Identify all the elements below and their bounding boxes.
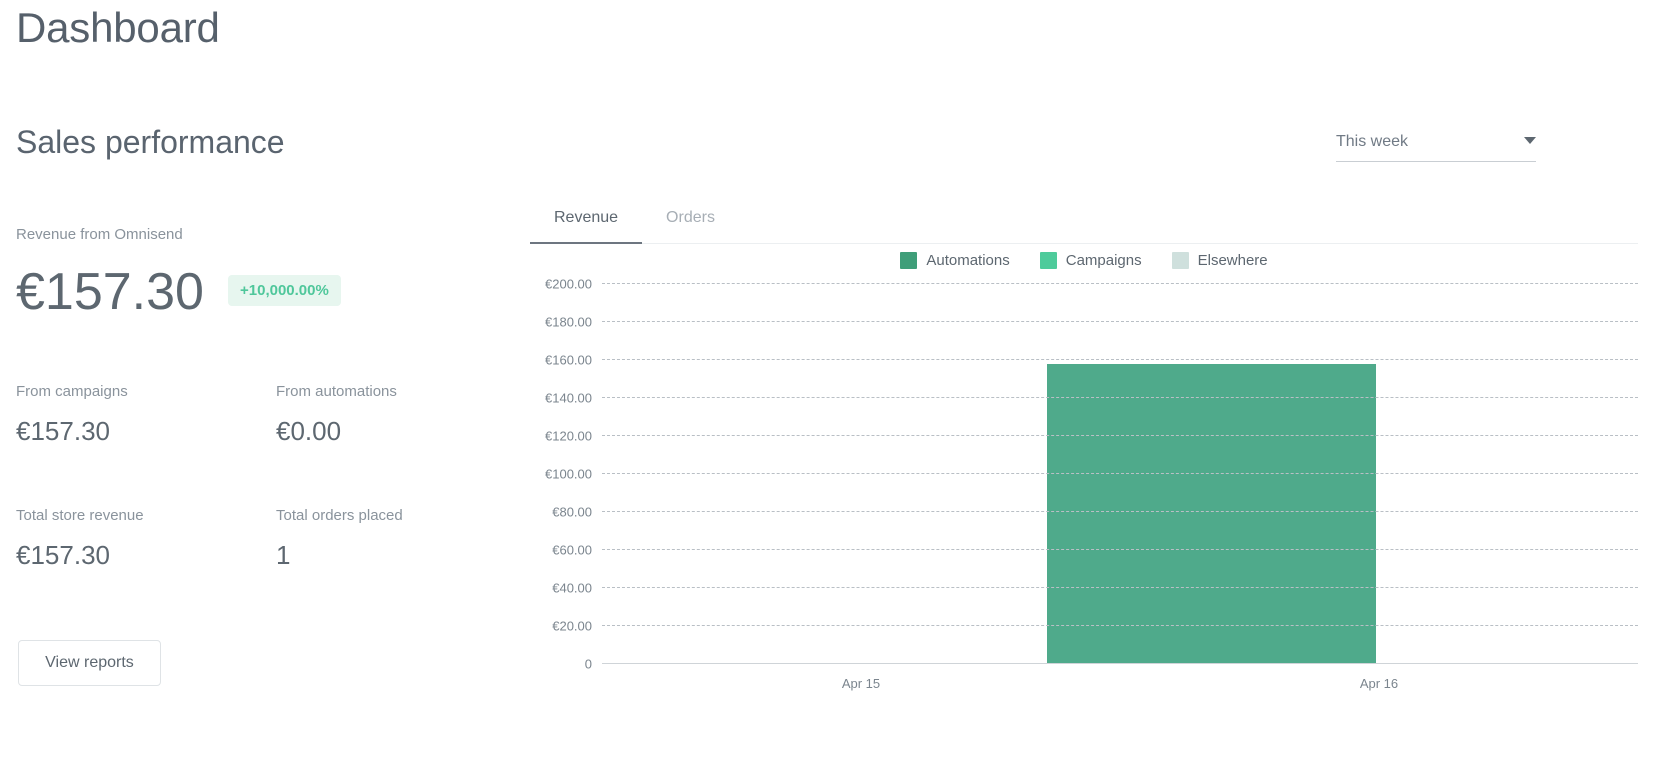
metric-value-from-automations: €0.00	[276, 416, 341, 447]
legend-label-campaigns: Campaigns	[1066, 252, 1142, 269]
legend-item-automations[interactable]: Automations	[900, 252, 1009, 269]
y-axis-tick: €160.00	[545, 353, 592, 368]
tab-revenue[interactable]: Revenue	[530, 196, 642, 244]
chart-gridline	[602, 397, 1638, 398]
chart-gridline	[602, 359, 1638, 360]
x-axis-tick: Apr 15	[842, 676, 880, 691]
chevron-down-icon	[1524, 137, 1536, 144]
period-select-value: This week	[1336, 133, 1408, 155]
chart-legend: Automations Campaigns Elsewhere	[530, 252, 1638, 269]
metric-label-total-store-revenue: Total store revenue	[16, 507, 144, 524]
legend-item-campaigns[interactable]: Campaigns	[1040, 252, 1142, 269]
dashboard-page: Dashboard Sales performance This week Re…	[0, 0, 1668, 760]
metric-label-from-campaigns: From campaigns	[16, 383, 128, 400]
chart-panel: Revenue Orders Automations Campaigns Els…	[530, 196, 1638, 756]
view-reports-button[interactable]: View reports	[18, 640, 161, 686]
chart-gridline	[602, 625, 1638, 626]
y-axis-tick: 0	[585, 657, 592, 672]
chart-grid-area	[602, 284, 1638, 664]
legend-swatch-automations	[900, 252, 917, 269]
metric-value-total-store-revenue: €157.30	[16, 540, 110, 571]
metric-value-total-orders-placed: 1	[276, 540, 290, 571]
y-axis-tick: €80.00	[552, 505, 592, 520]
legend-item-elsewhere[interactable]: Elsewhere	[1172, 252, 1268, 269]
y-axis-tick: €100.00	[545, 467, 592, 482]
legend-label-automations: Automations	[926, 252, 1009, 269]
chart-gridline	[602, 549, 1638, 550]
hero-change-badge: +10,000.00%	[228, 275, 341, 306]
chart-gridline	[602, 473, 1638, 474]
metric-label-total-orders-placed: Total orders placed	[276, 507, 403, 524]
y-axis-tick: €180.00	[545, 315, 592, 330]
chart-gridline	[602, 435, 1638, 436]
period-select[interactable]: This week	[1336, 126, 1536, 162]
legend-label-elsewhere: Elsewhere	[1198, 252, 1268, 269]
y-axis-tick: €40.00	[552, 581, 592, 596]
chart-plot: €200.00€180.00€160.00€140.00€120.00€100.…	[530, 284, 1638, 664]
chart-bar[interactable]	[1047, 364, 1376, 663]
chart-gridline	[602, 587, 1638, 588]
y-axis-tick: €120.00	[545, 429, 592, 444]
y-axis-tick: €60.00	[552, 543, 592, 558]
chart-gridline	[602, 511, 1638, 512]
chart-x-axis: Apr 15 Apr 16	[602, 664, 1638, 704]
chart-y-axis: €200.00€180.00€160.00€140.00€120.00€100.…	[530, 284, 592, 664]
hero-metric-value: €157.30	[16, 260, 204, 324]
y-axis-tick: €20.00	[552, 619, 592, 634]
metrics-column: Revenue from Omnisend €157.30 +10,000.00…	[0, 0, 500, 760]
metric-label-from-automations: From automations	[276, 383, 397, 400]
y-axis-tick: €140.00	[545, 391, 592, 406]
chart-gridline	[602, 283, 1638, 284]
chart-gridline	[602, 321, 1638, 322]
y-axis-tick: €200.00	[545, 277, 592, 292]
hero-metric-label: Revenue from Omnisend	[16, 226, 183, 243]
x-axis-tick: Apr 16	[1360, 676, 1398, 691]
legend-swatch-campaigns	[1040, 252, 1057, 269]
chart-tabs: Revenue Orders	[530, 196, 1638, 244]
legend-swatch-elsewhere	[1172, 252, 1189, 269]
tab-orders[interactable]: Orders	[642, 196, 739, 244]
metric-value-from-campaigns: €157.30	[16, 416, 110, 447]
